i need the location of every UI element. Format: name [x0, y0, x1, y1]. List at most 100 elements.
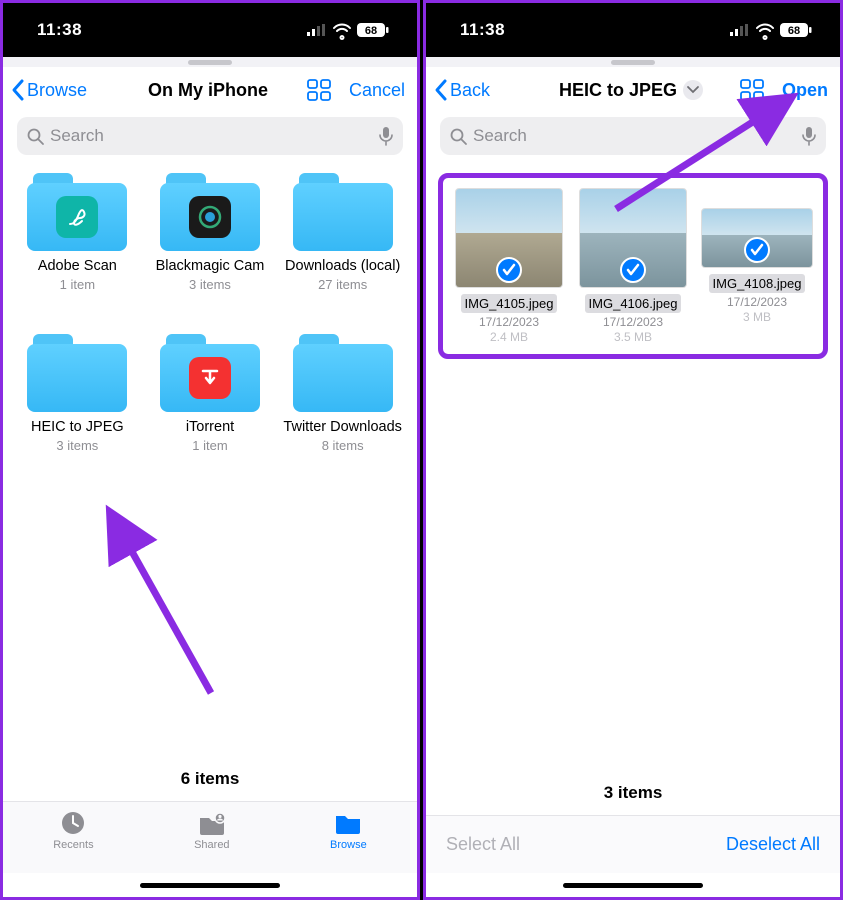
- folder-icon: [160, 334, 260, 412]
- tab-shared[interactable]: Shared: [194, 810, 229, 851]
- folder-item[interactable]: Downloads (local) 27 items: [280, 173, 405, 292]
- file-name: IMG_4106.jpeg: [585, 294, 682, 313]
- folder-item[interactable]: Blackmagic Cam 3 items: [148, 173, 273, 292]
- file-size: 2.4 MB: [490, 330, 528, 344]
- selection-toolbar: Select All Deselect All: [426, 815, 840, 873]
- folder-name: Adobe Scan: [38, 257, 117, 275]
- status-bar: 11:38 68: [426, 3, 840, 57]
- status-bar: 11:38 68: [3, 3, 417, 57]
- view-mode-button[interactable]: [740, 79, 764, 101]
- svg-text:68: 68: [365, 25, 377, 37]
- folder-content: Adobe Scan 1 item Blackmagic Cam 3 items Dow…: [3, 163, 417, 759]
- selection-check-icon: [620, 257, 646, 283]
- svg-text:68: 68: [788, 25, 800, 37]
- deselect-all-button[interactable]: Deselect All: [726, 834, 820, 855]
- nav-title: On My iPhone: [148, 80, 268, 101]
- tab-label: Browse: [330, 839, 367, 851]
- folder-meta: 3 items: [189, 277, 231, 292]
- folder-meta: 1 item: [60, 277, 95, 292]
- mic-icon[interactable]: [802, 126, 816, 146]
- folder-meta: 27 items: [318, 277, 367, 292]
- selection-check-icon: [744, 237, 770, 263]
- chevron-down-icon: [687, 86, 699, 94]
- file-date: 17/12/2023: [603, 315, 663, 329]
- open-button[interactable]: Open: [782, 80, 828, 101]
- cellular-icon: [730, 24, 750, 36]
- file-item[interactable]: IMG_4105.jpeg 17/12/20232.4 MB: [453, 188, 565, 344]
- mic-icon[interactable]: [379, 126, 393, 146]
- file-item[interactable]: IMG_4106.jpeg17/12/20233.5 MB: [577, 188, 689, 344]
- file-thumbnail: [701, 208, 813, 268]
- file-size: 3 MB: [743, 310, 771, 324]
- folder-icon: [27, 334, 127, 412]
- tab-label: Shared: [194, 839, 229, 851]
- wifi-icon: [333, 24, 351, 37]
- back-label: Back: [450, 80, 490, 101]
- search-icon: [450, 128, 467, 145]
- tab-recents[interactable]: Recents: [53, 810, 93, 851]
- folder-name: Blackmagic Cam: [156, 257, 265, 275]
- folder-item[interactable]: iTorrent1 item: [148, 334, 273, 453]
- back-label: Browse: [27, 80, 87, 101]
- file-item[interactable]: IMG_4108.jpeg 17/12/20233 MB: [701, 188, 813, 344]
- nav-bar: Back HEIC to JPEG Open: [426, 67, 840, 113]
- search-field[interactable]: Search: [440, 117, 826, 155]
- grid-icon: [740, 79, 764, 101]
- home-indicator[interactable]: [426, 873, 840, 897]
- annotation-highlight: IMG_4105.jpeg17/12/20232.4 MBIMG_4106.jp…: [438, 173, 828, 359]
- clock-icon: [59, 810, 87, 836]
- phone-right: 11:38 68 Back HEIC to JPEG Open: [423, 0, 843, 900]
- search-placeholder: Search: [473, 126, 802, 146]
- search-icon: [27, 128, 44, 145]
- battery-icon: 68: [780, 23, 812, 37]
- folder-icon: [293, 334, 393, 412]
- select-all-button[interactable]: Select All: [446, 834, 520, 855]
- battery-icon: 68: [357, 23, 389, 37]
- chevron-left-icon: [11, 79, 25, 101]
- grid-icon: [307, 79, 331, 101]
- nav-title[interactable]: HEIC to JPEG: [559, 80, 703, 101]
- back-button[interactable]: Back: [434, 79, 490, 101]
- file-date: 17/12/2023: [727, 295, 787, 309]
- status-time: 11:38: [460, 20, 505, 40]
- shared-folder-icon: [197, 810, 227, 836]
- file-content: IMG_4105.jpeg17/12/20232.4 MBIMG_4106.jp…: [426, 163, 840, 773]
- selection-check-icon: [496, 257, 522, 283]
- multitask-indicator[interactable]: [3, 57, 417, 67]
- status-time: 11:38: [37, 20, 82, 40]
- file-date: 17/12/2023: [479, 315, 539, 329]
- item-count: 6 items: [3, 759, 417, 801]
- file-thumbnail: [455, 188, 563, 288]
- folder-name: Downloads (local): [285, 257, 400, 275]
- cancel-button[interactable]: Cancel: [349, 80, 405, 101]
- multitask-indicator[interactable]: [426, 57, 840, 67]
- home-indicator[interactable]: [3, 873, 417, 897]
- folder-item[interactable]: Adobe Scan 1 item: [15, 173, 140, 292]
- folder-item[interactable]: HEIC to JPEG 3 items: [15, 334, 140, 453]
- folder-name: Twitter Downloads: [283, 418, 401, 436]
- folder-icon: [293, 173, 393, 251]
- folder-name: HEIC to JPEG: [31, 418, 124, 436]
- nav-bar: Browse On My iPhone Cancel: [3, 67, 417, 113]
- phone-left: 11:38 68 Browse On My iPhone Cancel Sear…: [0, 0, 420, 900]
- file-name: IMG_4105.jpeg: [461, 294, 558, 313]
- tab-browse[interactable]: Browse: [330, 810, 367, 851]
- back-button[interactable]: Browse: [11, 79, 87, 101]
- search-field[interactable]: Search: [17, 117, 403, 155]
- status-icons: 68: [730, 23, 812, 37]
- search-placeholder: Search: [50, 126, 379, 146]
- wifi-icon: [756, 24, 774, 37]
- cellular-icon: [307, 24, 327, 36]
- title-menu-button[interactable]: [683, 80, 703, 100]
- folder-item[interactable]: Twitter Downloads 8 items: [280, 334, 405, 453]
- folder-name: iTorrent: [186, 418, 234, 436]
- file-name: IMG_4108.jpeg: [709, 274, 806, 293]
- view-mode-button[interactable]: [307, 79, 331, 101]
- nav-title-text: HEIC to JPEG: [559, 80, 677, 101]
- folder-icon: [27, 173, 127, 251]
- folder-meta: 8 items: [322, 438, 364, 453]
- folder-icon: [160, 173, 260, 251]
- folder-icon: [333, 810, 363, 836]
- folder-meta: 3 items: [56, 438, 98, 453]
- chevron-left-icon: [434, 79, 448, 101]
